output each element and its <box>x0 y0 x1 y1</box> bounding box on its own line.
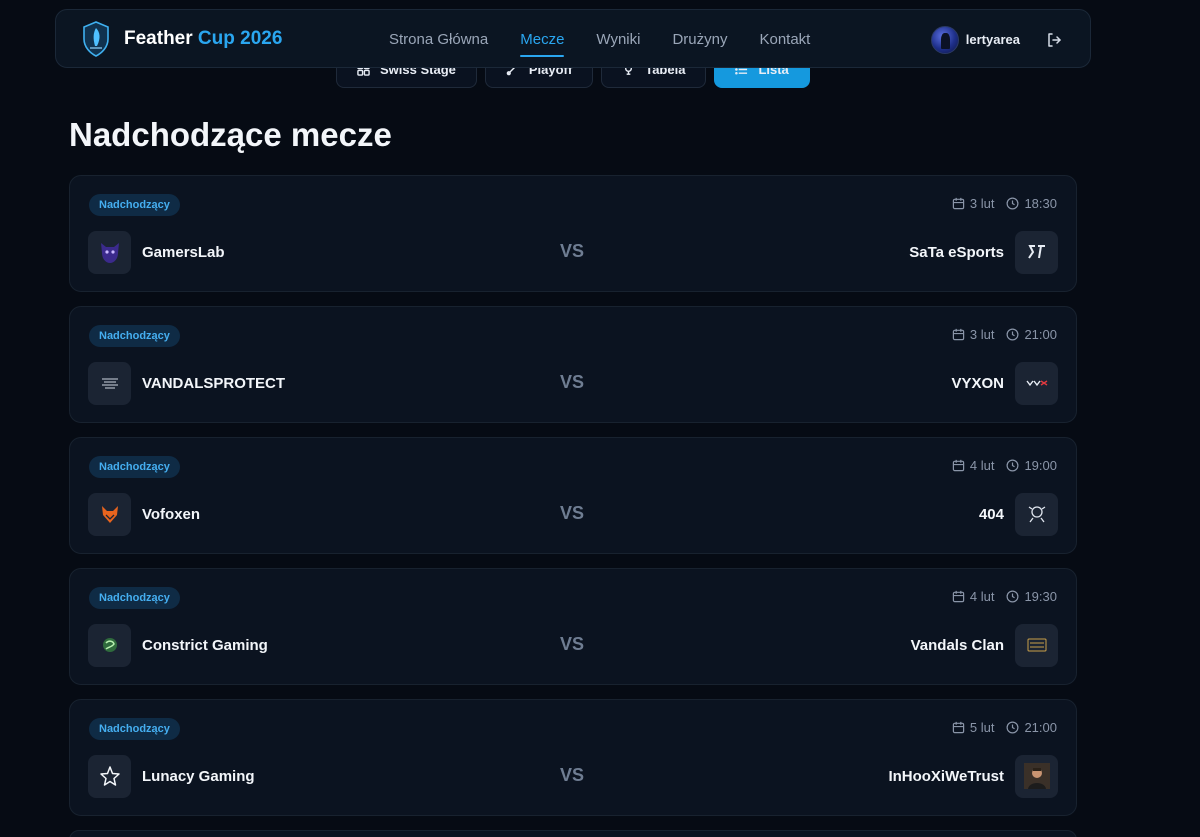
top-navbar: Feather Cup 2026 Strona Główna Mecze Wyn… <box>55 9 1091 68</box>
match-time: 19:30 <box>1024 589 1057 604</box>
match-card[interactable] <box>69 830 1077 837</box>
team-away[interactable]: SaTa eSports <box>909 230 1058 274</box>
snake-logo-icon <box>102 638 117 652</box>
match-time: 21:00 <box>1024 327 1057 342</box>
team-name: VYXON <box>951 374 1004 392</box>
match-meta: 4 lut 19:30 <box>952 589 1057 604</box>
team-name: Vofoxen <box>142 505 201 523</box>
match-card[interactable]: Nadchodzący 5 lut 21:00 Lunacy Gaming VS… <box>69 699 1077 816</box>
team-home[interactable]: Constrict Gaming <box>88 623 268 667</box>
team-logo <box>88 754 131 798</box>
sata-logo-icon <box>1027 245 1045 259</box>
team-logo <box>88 623 131 667</box>
match-list: Nadchodzący 3 lut 18:30 GamersLab VS SaT… <box>69 175 1077 837</box>
vs-label: VS <box>560 765 585 785</box>
match-date: 3 lut <box>969 327 995 342</box>
match-card[interactable]: Nadchodzący 3 lut 18:30 GamersLab VS SaT… <box>69 175 1077 292</box>
brand-accent: Cup 2026 <box>197 27 283 49</box>
player-photo-icon <box>1023 763 1050 789</box>
match-date: 4 lut <box>969 458 995 473</box>
nav-kontakt[interactable]: Kontakt <box>759 10 810 69</box>
main-nav: Strona Główna Mecze Wyniki Drużyny Konta… <box>389 10 810 69</box>
team-logo <box>1015 623 1058 667</box>
match-meta: 3 lut 21:00 <box>952 327 1057 342</box>
nav-mecze[interactable]: Mecze <box>520 10 565 69</box>
vandalsprotect-logo-icon <box>101 378 118 389</box>
team-home[interactable]: Lunacy Gaming <box>88 754 255 798</box>
status-badge: Nadchodzący <box>89 456 180 478</box>
vyxon-logo-icon <box>1025 380 1047 387</box>
avatar[interactable] <box>930 25 959 54</box>
team-name: Vandals Clan <box>910 636 1004 654</box>
match-time: 19:00 <box>1024 458 1057 473</box>
status-badge: Nadchodzący <box>89 325 180 347</box>
team-logo <box>88 361 131 405</box>
match-card[interactable]: Nadchodzący 3 lut 21:00 VANDALSPROTECT V… <box>69 306 1077 423</box>
team-home[interactable]: GamersLab <box>88 230 225 274</box>
nav-strona-glowna[interactable]: Strona Główna <box>389 10 488 69</box>
team-name: GamersLab <box>142 243 225 261</box>
team-name: 404 <box>978 505 1004 523</box>
team-home[interactable]: Vofoxen <box>88 492 200 536</box>
team-logo <box>1015 492 1058 536</box>
match-card[interactable]: Nadchodzący 4 lut 19:30 Constrict Gaming… <box>69 568 1077 685</box>
match-date: 3 lut <box>969 196 995 211</box>
match-time: 21:00 <box>1024 720 1057 735</box>
team-home[interactable]: VANDALSPROTECT <box>88 361 285 405</box>
match-card[interactable]: Nadchodzący 4 lut 19:00 Vofoxen VS 404 <box>69 437 1077 554</box>
match-meta: 4 lut 19:00 <box>952 458 1057 473</box>
match-meta: 3 lut 18:30 <box>952 196 1057 211</box>
team-logo <box>1015 361 1058 405</box>
clock-icon <box>1006 590 1019 603</box>
nav-druzyny[interactable]: Drużyny <box>672 10 727 69</box>
team-name: InHooXiWeTrust <box>888 767 1004 785</box>
vs-label: VS <box>560 503 585 523</box>
calendar-icon <box>952 459 965 472</box>
username[interactable]: lertyarea <box>966 32 1020 47</box>
clock-icon <box>1006 721 1019 734</box>
fox-logo-icon <box>101 506 118 523</box>
team-name: VANDALSPROTECT <box>142 374 286 392</box>
team-away[interactable]: 404 <box>979 492 1058 536</box>
vs-label: VS <box>560 372 585 392</box>
status-badge: Nadchodzący <box>89 718 180 740</box>
user-menu[interactable]: lertyarea <box>930 10 1062 69</box>
team-name: Lunacy Gaming <box>142 767 255 785</box>
clock-icon <box>1006 459 1019 472</box>
vandals-clan-logo-icon <box>1027 638 1046 652</box>
team-logo <box>88 230 131 274</box>
calendar-icon <box>952 328 965 341</box>
page-title: Nadchodzące mecze <box>69 116 392 153</box>
calendar-icon <box>952 197 965 210</box>
clock-icon <box>1006 328 1019 341</box>
match-date: 5 lut <box>969 720 995 735</box>
404-logo-icon <box>1028 506 1045 523</box>
brand-link[interactable]: Feather Cup 2026 <box>82 20 282 57</box>
team-away[interactable]: Vandals Clan <box>911 623 1058 667</box>
team-away[interactable]: VYXON <box>951 361 1058 405</box>
team-away[interactable]: InHooXiWeTrust <box>888 754 1058 798</box>
nav-wyniki[interactable]: Wyniki <box>596 10 640 69</box>
team-name: SaTa eSports <box>909 243 1004 261</box>
logout-icon[interactable] <box>1046 32 1062 48</box>
feather-shield-logo <box>83 20 109 57</box>
status-badge: Nadchodzący <box>89 587 180 609</box>
team-logo <box>1015 230 1058 274</box>
team-logo <box>1015 754 1058 798</box>
team-name: Constrict Gaming <box>142 636 268 654</box>
brand-name: Feather Cup 2026 <box>124 28 282 50</box>
star-logo-icon <box>99 766 120 786</box>
match-time: 18:30 <box>1024 196 1057 211</box>
brand-main: Feather <box>124 27 193 49</box>
status-badge: Nadchodzący <box>89 194 180 216</box>
match-meta: 5 lut 21:00 <box>952 720 1057 735</box>
clock-icon <box>1006 197 1019 210</box>
vs-label: VS <box>560 634 585 654</box>
calendar-icon <box>952 590 965 603</box>
vs-label: VS <box>560 241 585 261</box>
calendar-icon <box>952 721 965 734</box>
match-date: 4 lut <box>969 589 995 604</box>
gamerslab-logo-icon <box>100 243 119 263</box>
team-logo <box>88 492 131 536</box>
